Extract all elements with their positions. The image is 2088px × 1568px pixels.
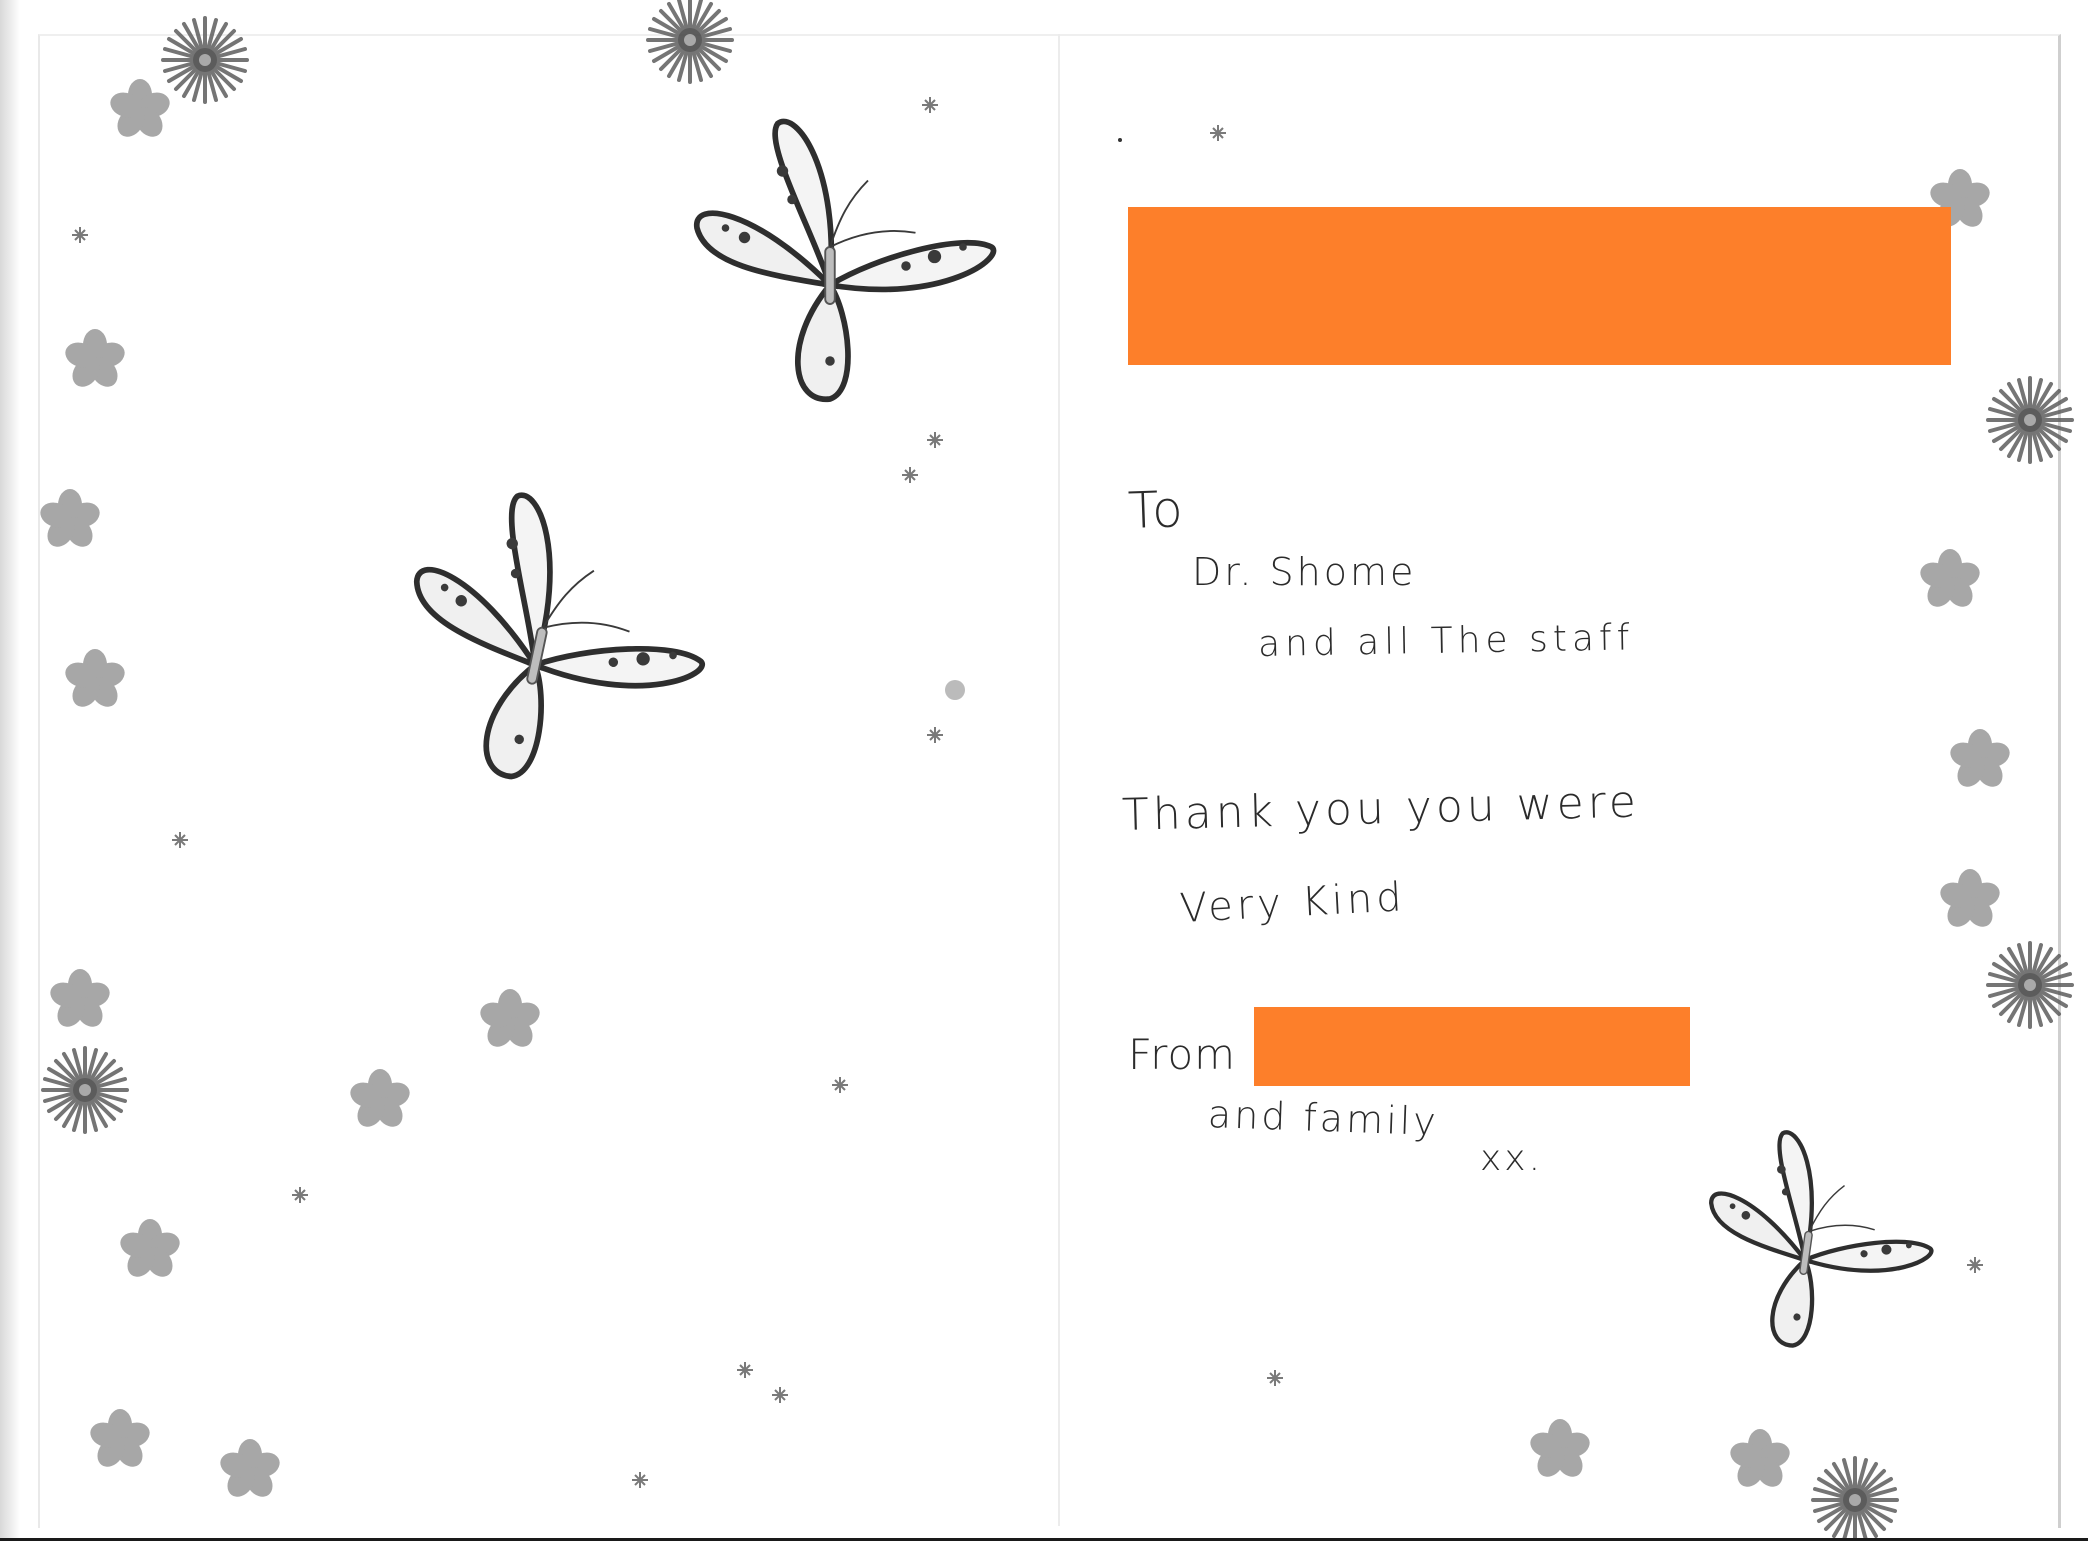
sparkle-icon bbox=[926, 431, 944, 449]
sparkle-icon bbox=[71, 226, 89, 244]
sparkle-icon bbox=[171, 831, 189, 849]
blossom-icon bbox=[117, 1219, 183, 1282]
sparkle-icon bbox=[831, 1076, 849, 1094]
sparkle-icon bbox=[1209, 124, 1227, 142]
blossom-icon bbox=[107, 79, 173, 142]
blossom-icon bbox=[347, 1069, 413, 1132]
blossom-icon bbox=[37, 489, 103, 552]
blossom-icon bbox=[1917, 549, 1983, 612]
blossom-icon bbox=[945, 680, 965, 700]
sparkle-icon bbox=[736, 1361, 754, 1379]
from-label: From bbox=[1128, 1030, 1237, 1079]
sparkle-icon bbox=[1266, 1369, 1284, 1387]
blossom-icon bbox=[477, 989, 543, 1052]
blossom-icon bbox=[62, 649, 128, 712]
blossom-icon bbox=[87, 1409, 153, 1472]
blossom-icon bbox=[217, 1439, 283, 1502]
daisy-icon bbox=[161, 16, 249, 104]
sparkle-icon bbox=[771, 1386, 789, 1404]
butterfly-icon bbox=[381, 477, 729, 810]
blossom-icon bbox=[1937, 869, 2003, 932]
daisy-icon bbox=[1811, 1456, 1899, 1544]
blossom-icon bbox=[47, 969, 113, 1032]
sparkle-icon bbox=[1966, 1256, 1984, 1274]
redaction-block bbox=[1254, 1007, 1690, 1086]
sparkle-icon bbox=[631, 1471, 649, 1489]
blossom-icon bbox=[62, 329, 128, 392]
blossom-icon bbox=[1527, 1419, 1593, 1482]
sparkle-icon bbox=[926, 726, 944, 744]
family-line: and family bbox=[1207, 1092, 1440, 1145]
recipient-name: Dr. Shome bbox=[1192, 550, 1417, 594]
daisy-icon bbox=[1986, 376, 2074, 464]
sparkle-icon bbox=[921, 96, 939, 114]
blossom-icon bbox=[1727, 1429, 1793, 1492]
daisy-icon bbox=[41, 1046, 129, 1134]
sparkle-icon bbox=[901, 466, 919, 484]
sparkle-icon bbox=[291, 1186, 309, 1204]
blossom-icon bbox=[1947, 729, 2013, 792]
scan-bottom-edge bbox=[0, 1538, 2088, 1568]
daisy-icon bbox=[1986, 941, 2074, 1029]
daisy-icon bbox=[646, 0, 734, 84]
kisses: xx. bbox=[1480, 1138, 1544, 1179]
butterfly-icon bbox=[697, 121, 994, 399]
recipient-staff: and all The staff bbox=[1257, 617, 1635, 665]
greeting-to: To bbox=[1126, 480, 1186, 540]
butterfly-icon bbox=[1693, 1123, 1945, 1363]
redaction-block bbox=[1128, 207, 1951, 365]
